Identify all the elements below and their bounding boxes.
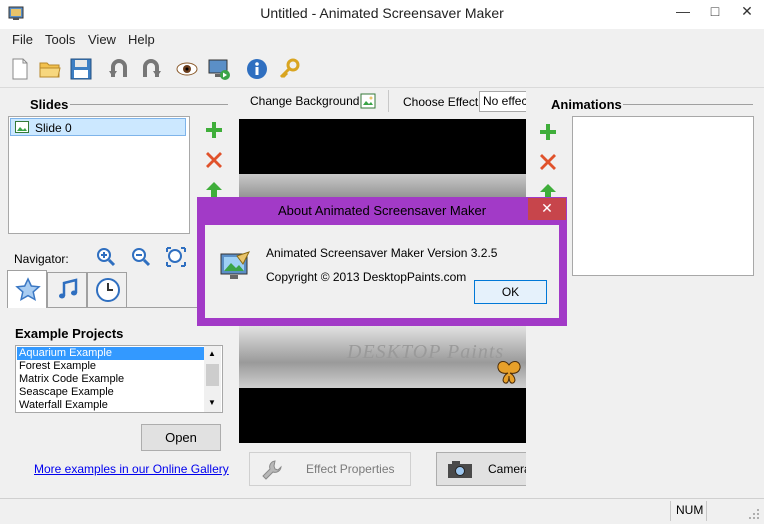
example-projects-title: Example Projects [15, 326, 124, 341]
ok-button[interactable]: OK [474, 280, 547, 304]
resize-grip-icon[interactable] [748, 508, 760, 520]
version-text: Animated Screensaver Maker Version 3.2.5 [266, 246, 498, 260]
num-lock-indicator: NUM [676, 503, 704, 517]
tab-music[interactable] [47, 272, 87, 308]
camera-icon [448, 461, 472, 478]
close-window-button[interactable]: ✕ [732, 0, 762, 22]
delete-animation-icon[interactable] [538, 152, 558, 172]
example-projects-list[interactable]: Aquarium Example Forest Example Matrix C… [15, 345, 223, 413]
scrollbar[interactable]: ▲ ▼ [204, 346, 221, 412]
new-file-icon[interactable] [8, 57, 32, 81]
menu-file[interactable]: File [12, 32, 33, 47]
slide-item[interactable]: Slide 0 [10, 118, 186, 136]
copyright-text: Copyright © 2013 DesktopPaints.com [266, 270, 467, 284]
open-button[interactable]: Open [141, 424, 221, 451]
slides-list[interactable]: Slide 0 [8, 116, 190, 234]
zoom-fit-icon[interactable] [166, 247, 186, 267]
restore-button[interactable]: □ [700, 0, 730, 22]
divider [388, 90, 389, 112]
choose-effect-select[interactable]: No effect [479, 91, 526, 112]
menu-bar: File Tools View Help [0, 29, 764, 51]
delete-slide-icon[interactable] [204, 150, 224, 170]
slides-title: Slides [30, 97, 69, 112]
desktop-paints-logo: DESKTOP Paints [347, 341, 505, 363]
save-icon[interactable] [69, 57, 93, 81]
change-background-label[interactable]: Change Background [250, 94, 359, 108]
add-slide-icon[interactable] [204, 120, 224, 140]
menu-view[interactable]: View [88, 32, 116, 47]
menu-tools[interactable]: Tools [45, 32, 75, 47]
camera-label: Camera [488, 462, 526, 476]
star-icon [15, 277, 41, 301]
list-item[interactable]: Forest Example [19, 360, 96, 373]
scroll-up-icon[interactable]: ▲ [208, 349, 216, 358]
slide-item-label: Slide 0 [35, 121, 72, 135]
menu-help[interactable]: Help [128, 32, 155, 47]
wrench-icon [262, 460, 282, 480]
dialog-title: About Animated Screensaver Maker [277, 203, 487, 218]
music-note-icon [59, 278, 78, 299]
divider [670, 501, 671, 521]
info-icon[interactable] [245, 57, 269, 81]
animations-list[interactable] [572, 116, 754, 276]
tab-timing[interactable] [87, 272, 127, 308]
about-dialog: About Animated Screensaver Maker ✕ Anima… [197, 197, 567, 326]
status-bar: NUM [0, 498, 764, 524]
app-logo-icon [220, 251, 250, 279]
open-folder-icon[interactable] [38, 57, 62, 81]
undo-icon[interactable] [107, 57, 131, 81]
clock-icon [96, 278, 120, 302]
divider [706, 501, 707, 521]
list-item[interactable]: Waterfall Example [19, 399, 108, 411]
toolbar [0, 51, 764, 88]
divider [70, 104, 228, 105]
zoom-out-icon[interactable] [131, 247, 151, 267]
effect-properties-label: Effect Properties [306, 462, 395, 476]
dialog-body: Animated Screensaver Maker Version 3.2.5… [205, 225, 559, 318]
choose-effect-label: Choose Effect: [403, 95, 482, 109]
run-screensaver-icon[interactable] [207, 57, 231, 81]
add-animation-icon[interactable] [538, 122, 558, 142]
preview-eye-icon[interactable] [175, 57, 199, 81]
scroll-down-icon[interactable]: ▼ [208, 398, 216, 407]
navigator-label: Navigator: [14, 252, 69, 266]
zoom-in-icon[interactable] [96, 247, 116, 267]
change-background-icon[interactable] [360, 93, 376, 109]
dialog-close-button[interactable]: ✕ [528, 198, 566, 220]
list-item[interactable]: Seascape Example [19, 386, 114, 399]
minimize-button[interactable]: — [668, 0, 698, 22]
camera-button[interactable]: Camera [436, 452, 526, 486]
redo-icon[interactable] [139, 57, 163, 81]
title-bar: Untitled - Animated Screensaver Maker — … [0, 0, 764, 29]
scroll-thumb[interactable] [206, 364, 219, 386]
list-item[interactable]: Aquarium Example [17, 347, 204, 360]
divider [623, 104, 753, 105]
online-gallery-link[interactable]: More examples in our Online Gallery [34, 462, 229, 476]
animations-title: Animations [551, 97, 622, 112]
window-title: Untitled - Animated Screensaver Maker [260, 5, 504, 21]
effect-properties-button[interactable]: Effect Properties [249, 452, 411, 486]
butterfly-icon [497, 360, 521, 384]
list-item[interactable]: Matrix Code Example [19, 373, 124, 386]
tab-effects[interactable] [7, 270, 47, 308]
key-icon[interactable] [277, 57, 301, 81]
slide-icon [15, 121, 29, 133]
